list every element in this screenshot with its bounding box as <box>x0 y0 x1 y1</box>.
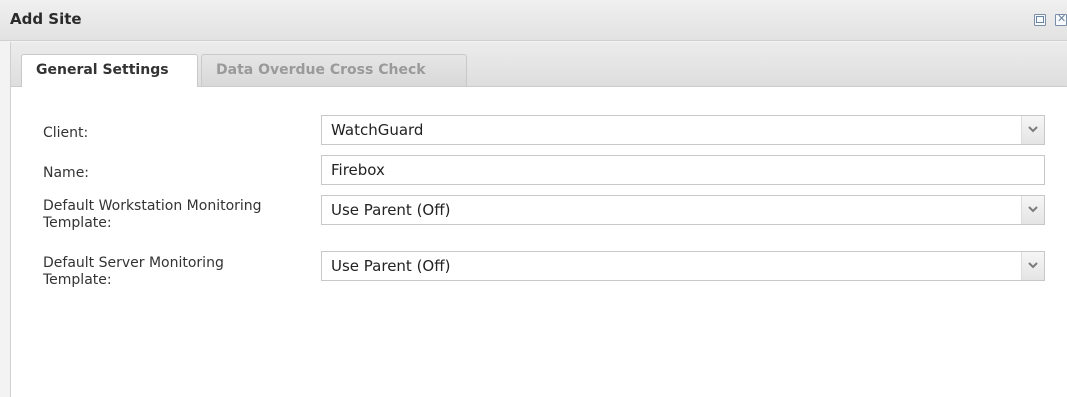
maximize-icon[interactable] <box>1034 14 1046 26</box>
server-template-value: Use Parent (Off) <box>331 257 451 275</box>
title-bar[interactable]: Add Site ✕ <box>0 0 1067 41</box>
workstation-template-value: Use Parent (Off) <box>331 201 451 219</box>
server-template-label: Default Server Monitoring Template: <box>43 255 224 289</box>
general-settings-form: Client: WatchGuard Name: Default Worksta… <box>11 87 1067 397</box>
server-template-label-line1: Default Server Monitoring <box>43 255 224 271</box>
client-select[interactable]: WatchGuard <box>321 115 1045 145</box>
chevron-down-icon[interactable] <box>1021 196 1044 224</box>
dialog-body: General Settings Data Overdue Cross Chec… <box>10 42 1067 397</box>
chevron-down-icon[interactable] <box>1021 252 1044 280</box>
name-input[interactable] <box>321 155 1045 185</box>
server-template-select[interactable]: Use Parent (Off) <box>321 251 1045 281</box>
tab-data-overdue-cross-check[interactable]: Data Overdue Cross Check <box>201 54 467 86</box>
client-label: Client: <box>43 125 89 141</box>
tab-general-settings[interactable]: General Settings <box>21 54 198 87</box>
server-template-label-line2: Template: <box>43 272 112 288</box>
workstation-template-select[interactable]: Use Parent (Off) <box>321 195 1045 225</box>
name-label: Name: <box>43 165 90 181</box>
close-icon[interactable]: ✕ <box>1055 12 1067 26</box>
chevron-down-icon[interactable] <box>1021 116 1044 144</box>
tab-strip: General Settings Data Overdue Cross Chec… <box>11 42 1067 87</box>
window-title: Add Site <box>10 10 82 28</box>
workstation-template-label-line1: Default Workstation Monitoring <box>43 198 262 214</box>
workstation-template-label: Default Workstation Monitoring Template: <box>43 198 262 232</box>
workstation-template-label-line2: Template: <box>43 215 112 231</box>
add-site-window: Add Site ✕ General Settings Data Overdue… <box>0 0 1067 397</box>
client-value: WatchGuard <box>331 121 424 139</box>
